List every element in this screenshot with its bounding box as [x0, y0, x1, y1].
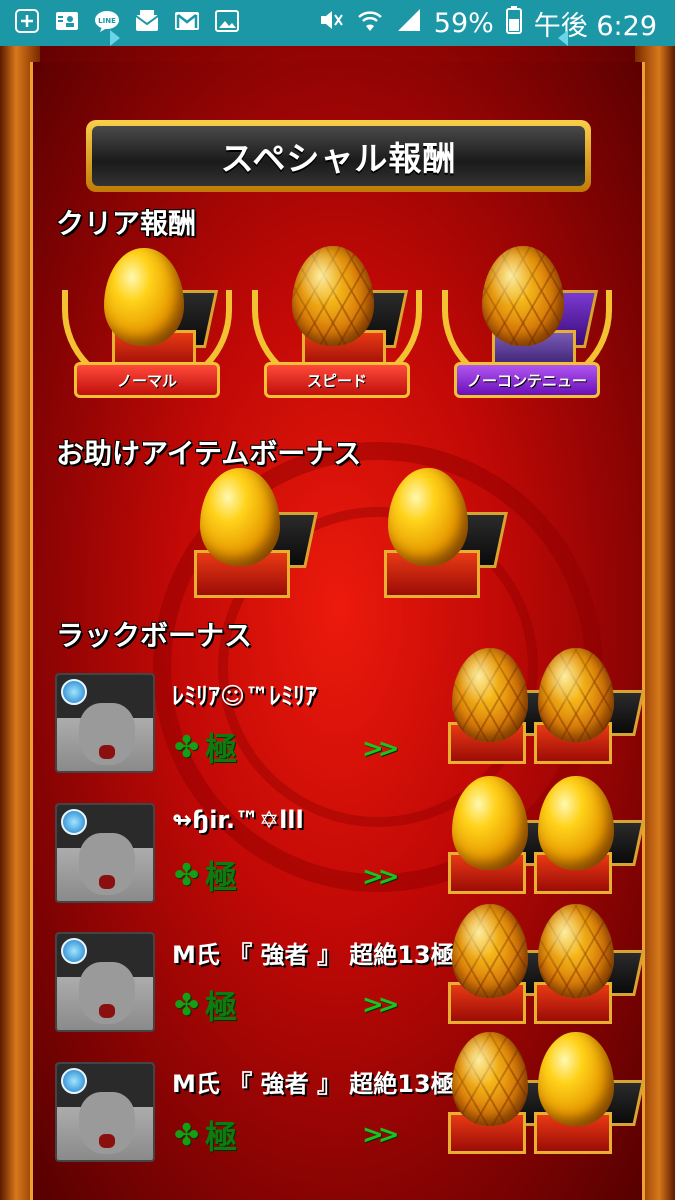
player-name: M氏 『 強者 』 超絶13極①	[172, 1070, 476, 1098]
avatar	[55, 1062, 155, 1162]
ribbon-label: スピード	[264, 362, 410, 398]
avatar	[55, 932, 155, 1032]
clover-icon: ✤	[174, 857, 200, 893]
player-name: ﾚﾐﾘｱ☺™ﾚﾐﾘｱ	[172, 682, 318, 710]
battery-percent: 59%	[433, 7, 494, 39]
water-element-icon	[61, 1068, 87, 1094]
luck-bonus-heading: ラックボーナス	[56, 619, 253, 652]
notification-icons: LINE	[14, 8, 240, 34]
mute-icon	[318, 7, 344, 40]
title-banner: スペシャル報酬	[86, 120, 591, 192]
page-title: スペシャル報酬	[220, 139, 457, 178]
water-element-icon	[61, 809, 87, 835]
arrow-icon: >>	[362, 862, 399, 892]
luck-rank: ✤ 極	[174, 1117, 238, 1157]
wifi-icon	[356, 7, 384, 40]
water-element-icon	[61, 938, 87, 964]
player-name: M氏 『 強者 』 超絶13極②	[172, 941, 476, 969]
banner-right-arrow-icon	[558, 30, 568, 46]
contact-card-icon	[54, 8, 80, 34]
status-bar: LINE 59% 午後 6:29	[0, 0, 675, 46]
signal-icon	[396, 7, 422, 40]
clock: 午後 6:29	[533, 10, 657, 42]
water-element-icon	[61, 679, 87, 705]
ribbon-label: ノーコンテニュー	[454, 362, 600, 398]
banner-left-arrow-icon	[110, 30, 120, 46]
battery-icon	[505, 5, 522, 41]
ribbon-label: ノーマル	[74, 362, 220, 398]
svg-text:LINE: LINE	[98, 17, 116, 25]
clover-icon: ✤	[174, 987, 200, 1023]
gallery-icon	[214, 8, 240, 34]
luck-rank: ✤ 極	[174, 987, 238, 1027]
clover-icon: ✤	[174, 729, 200, 765]
arrow-icon: >>	[362, 734, 399, 764]
avatar	[55, 803, 155, 903]
arrow-icon: >>	[362, 1120, 399, 1150]
luck-rank: ✤ 極	[174, 729, 238, 769]
clear-reward-heading: クリア報酬	[56, 207, 197, 240]
assist-bonus-heading: お助けアイテムボーナス	[56, 437, 362, 470]
status-right: 59% 午後 6:29	[318, 0, 657, 46]
avatar	[55, 673, 155, 773]
mail-icon	[134, 8, 160, 34]
luck-rank: ✤ 極	[174, 857, 238, 897]
clover-icon: ✤	[174, 1117, 200, 1153]
plus-icon	[14, 8, 40, 34]
player-name: ↬ɧir.™✡lll	[172, 806, 304, 834]
arrow-icon: >>	[362, 990, 399, 1020]
gmail-icon	[174, 8, 200, 34]
